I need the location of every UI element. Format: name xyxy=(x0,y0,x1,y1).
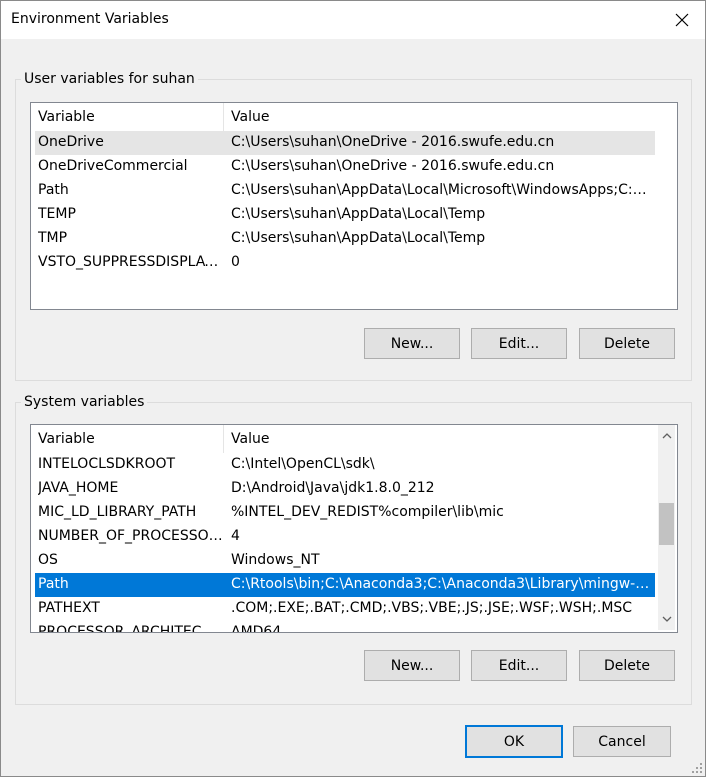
variable-name: TEMP xyxy=(38,206,76,222)
system-new-button[interactable]: New... xyxy=(364,650,460,681)
scroll-up-button[interactable] xyxy=(658,427,675,444)
column-separator[interactable] xyxy=(223,103,224,131)
variable-value: AMD64 xyxy=(231,624,282,633)
column-header-variable[interactable]: Variable xyxy=(38,431,95,447)
table-row[interactable]: TEMP C:\Users\suhan\AppData\Local\Temp xyxy=(35,203,655,227)
variable-value: 0 xyxy=(231,254,240,270)
column-header-value[interactable]: Value xyxy=(231,431,269,447)
variable-value: 4 xyxy=(231,528,240,544)
title-bar: Environment Variables xyxy=(1,1,705,39)
variable-name: OneDrive xyxy=(38,134,104,150)
system-delete-button[interactable]: Delete xyxy=(579,650,675,681)
variable-value: D:\Android\Java\jdk1.8.0_212 xyxy=(231,480,435,496)
vertical-scrollbar[interactable] xyxy=(658,425,675,630)
user-new-button[interactable]: New... xyxy=(364,328,460,359)
variable-name: TMP xyxy=(38,230,68,246)
variable-value: C:\Users\suhan\OneDrive - 2016.swufe.edu… xyxy=(231,134,555,150)
scroll-thumb[interactable] xyxy=(659,503,674,545)
variable-name: OneDriveCommercial xyxy=(38,158,188,174)
table-row[interactable]: TMP C:\Users\suhan\AppData\Local\Temp xyxy=(35,227,655,251)
variable-value: C:\Users\suhan\AppData\Local\Temp xyxy=(231,206,486,222)
ok-button[interactable]: OK xyxy=(465,725,563,758)
environment-variables-dialog: Environment Variables User variables for… xyxy=(0,0,706,777)
user-variables-list[interactable]: Variable Value OneDrive C:\Users\suhan\O… xyxy=(30,102,678,310)
table-row[interactable]: PROCESSOR_ARCHITECTU... AMD64 xyxy=(35,621,655,633)
user-edit-button[interactable]: Edit... xyxy=(471,328,567,359)
variable-value: .COM;.EXE;.BAT;.CMD;.VBS;.VBE;.JS;.JSE;.… xyxy=(231,600,633,616)
variable-name: PATHEXT xyxy=(38,600,100,616)
variable-name: VSTO_SUPPRESSDISPLAYA... xyxy=(38,254,223,270)
table-row[interactable]: NUMBER_OF_PROCESSORS 4 xyxy=(35,525,655,549)
variable-name: MIC_LD_LIBRARY_PATH xyxy=(38,504,197,520)
system-variables-list[interactable]: Variable Value INTELOCLSDKROOT C:\Intel\… xyxy=(30,424,678,633)
table-row[interactable]: OneDriveCommercial C:\Users\suhan\OneDri… xyxy=(35,155,655,179)
table-row[interactable]: Path C:\Users\suhan\AppData\Local\Micros… xyxy=(35,179,655,203)
system-list-header: Variable Value xyxy=(31,425,677,453)
table-row[interactable]: INTELOCLSDKROOT C:\Intel\OpenCL\sdk\ xyxy=(35,453,655,477)
variable-name: Path xyxy=(38,576,69,592)
size-grip-icon[interactable] xyxy=(691,762,703,774)
column-header-value[interactable]: Value xyxy=(231,109,269,125)
table-row[interactable]: VSTO_SUPPRESSDISPLAYA... 0 xyxy=(35,251,655,275)
table-row[interactable]: OS Windows_NT xyxy=(35,549,655,573)
table-row[interactable]: OneDrive C:\Users\suhan\OneDrive - 2016.… xyxy=(35,131,655,155)
close-icon xyxy=(675,13,689,27)
variable-value: C:\Rtools\bin;C:\Anaconda3;C:\Anaconda3\… xyxy=(231,576,651,592)
variable-name: NUMBER_OF_PROCESSORS xyxy=(38,528,223,544)
user-delete-button[interactable]: Delete xyxy=(579,328,675,359)
variable-name: JAVA_HOME xyxy=(38,480,119,496)
variable-value: C:\Users\suhan\AppData\Local\Temp xyxy=(231,230,486,246)
variable-value: C:\Users\suhan\OneDrive - 2016.swufe.edu… xyxy=(231,158,555,174)
variable-name: PROCESSOR_ARCHITECTU... xyxy=(38,624,223,633)
system-edit-button[interactable]: Edit... xyxy=(471,650,567,681)
column-separator[interactable] xyxy=(223,425,224,453)
variable-name: OS xyxy=(38,552,58,568)
table-row[interactable]: PATHEXT .COM;.EXE;.BAT;.CMD;.VBS;.VBE;.J… xyxy=(35,597,655,621)
close-button[interactable] xyxy=(659,1,705,39)
table-row-selected[interactable]: Path C:\Rtools\bin;C:\Anaconda3;C:\Anaco… xyxy=(35,573,655,597)
chevron-down-icon xyxy=(662,616,671,622)
variable-name: INTELOCLSDKROOT xyxy=(38,456,176,472)
variable-value: C:\Users\suhan\AppData\Local\Microsoft\W… xyxy=(231,182,651,198)
system-variables-label: System variables xyxy=(21,394,148,410)
scroll-down-button[interactable] xyxy=(658,611,675,628)
table-row[interactable]: MIC_LD_LIBRARY_PATH %INTEL_DEV_REDIST%co… xyxy=(35,501,655,525)
user-variables-label: User variables for suhan xyxy=(21,71,198,87)
column-header-variable[interactable]: Variable xyxy=(38,109,95,125)
variable-name: Path xyxy=(38,182,69,198)
variable-value: C:\Intel\OpenCL\sdk\ xyxy=(231,456,375,472)
cancel-button[interactable]: Cancel xyxy=(573,726,671,757)
variable-value: %INTEL_DEV_REDIST%compiler\lib\mic xyxy=(231,504,504,520)
chevron-up-icon xyxy=(662,433,671,439)
user-list-header: Variable Value xyxy=(31,103,677,131)
window-title: Environment Variables xyxy=(11,11,169,27)
table-row[interactable]: JAVA_HOME D:\Android\Java\jdk1.8.0_212 xyxy=(35,477,655,501)
variable-value: Windows_NT xyxy=(231,552,320,568)
